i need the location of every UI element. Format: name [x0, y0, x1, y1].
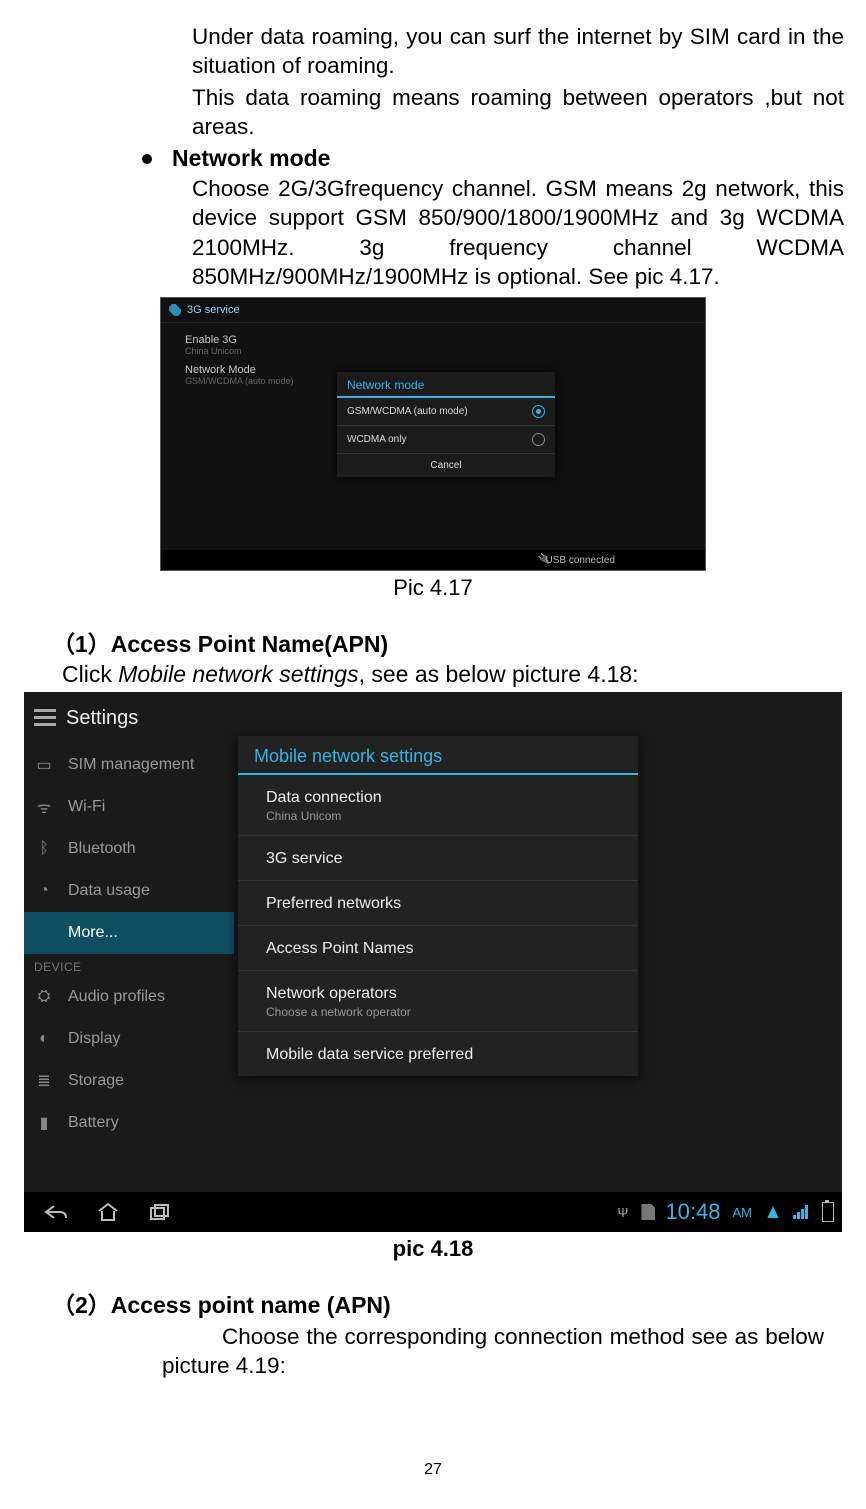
sidebar-item-label: SIM management	[68, 756, 194, 774]
settings-sidebar: Settings ▭ SIM management ᯤ Wi-Fi ᛒ Blue…	[24, 692, 234, 1192]
paragraph: Under data roaming, you can surf the int…	[192, 22, 844, 81]
audio-icon: ⛭	[34, 987, 54, 1007]
option-label: GSM/WCDMA (auto mode)	[347, 406, 468, 417]
sidebar-item-label: Audio profiles	[68, 988, 165, 1006]
screen-title: 3G service	[187, 304, 240, 316]
sidebar-item-bluetooth[interactable]: ᛒ Bluetooth	[24, 828, 234, 870]
sidebar-item-audio-profiles[interactable]: ⛭ Audio profiles	[24, 976, 234, 1018]
screen-title-bar: 3G service	[161, 298, 706, 323]
radio-selected-icon	[532, 405, 545, 418]
status-bar: USB connected	[161, 550, 705, 570]
bg-item-enable-3g-sub: China Unicom	[185, 346, 385, 356]
sidebar-item-label: Display	[68, 1030, 120, 1048]
status-sd-icon	[641, 1204, 655, 1220]
paragraph: Choose 2G/3Gfrequency channel. GSM means…	[192, 174, 844, 291]
caption-4-18: pic 4.18	[22, 1236, 844, 1262]
back-button[interactable]	[32, 1198, 80, 1226]
wifi-icon: ᯤ	[34, 797, 54, 817]
status-cell-bars-icon	[793, 1205, 808, 1219]
bullet-dot-icon	[142, 154, 152, 164]
sidebar-item-label: Bluetooth	[68, 840, 136, 858]
section-2-text: Choose the corresponding connection meth…	[162, 1322, 824, 1381]
bluetooth-icon: ᛒ	[34, 839, 54, 859]
panel-item-network-operators[interactable]: Network operators Choose a network opera…	[238, 971, 638, 1032]
panel-title: Mobile network settings	[238, 736, 638, 775]
sidebar-item-wifi[interactable]: ᯤ Wi-Fi	[24, 786, 234, 828]
sidebar-item-data-usage[interactable]: ◔ Data usage	[24, 870, 234, 912]
mobile-network-settings-panel: Mobile network settings Data connection …	[238, 736, 638, 1076]
radio-unselected-icon	[532, 433, 545, 446]
panel-item-subtext: China Unicom	[266, 809, 620, 823]
sidebar-item-storage[interactable]: ≣ Storage	[24, 1060, 234, 1102]
navigation-bar: Ψ 10:48 AM	[24, 1192, 842, 1232]
bullet-label: Network mode	[172, 145, 330, 172]
bg-item-enable-3g: Enable 3G	[185, 334, 385, 346]
panel-item-subtext: Choose a network operator	[266, 1005, 620, 1019]
recent-apps-button[interactable]	[136, 1198, 184, 1226]
bullet-network-mode: Network mode	[142, 145, 844, 172]
section-2-heading: （2）Access point name (APN)	[52, 1286, 844, 1320]
status-signal-icon	[767, 1206, 778, 1218]
section-1-heading: （1）Access Point Name(APN)	[52, 625, 844, 659]
dialog-title: Network mode	[337, 372, 555, 398]
screenshot-4-17: 3G service Enable 3G China Unicom Networ…	[160, 297, 706, 571]
settings-icon	[34, 707, 56, 729]
sidebar-item-more[interactable]: More...	[24, 912, 234, 954]
usb-icon	[538, 554, 546, 566]
panel-item-access-point-names[interactable]: Access Point Names	[238, 926, 638, 971]
sim-icon: ▭	[34, 755, 54, 775]
data-usage-icon: ◔	[34, 881, 54, 901]
network-mode-dialog: Network mode GSM/WCDMA (auto mode) WCDMA…	[337, 372, 555, 477]
home-button[interactable]	[84, 1198, 132, 1226]
status-battery-icon	[822, 1202, 834, 1222]
status-usb-icon: Ψ	[617, 1205, 631, 1219]
sidebar-item-display[interactable]: ◐ Display	[24, 1018, 234, 1060]
status-clock: 10:48	[665, 1199, 720, 1225]
sidebar-item-label: Battery	[68, 1114, 119, 1132]
battery-icon: ▮	[34, 1113, 54, 1133]
section-1-text: Click Mobile network settings, see as be…	[62, 661, 844, 688]
option-label: WCDMA only	[347, 434, 406, 445]
sidebar-item-sim-management[interactable]: ▭ SIM management	[24, 744, 234, 786]
sidebar-item-label: Data usage	[68, 882, 150, 900]
paragraph: This data roaming means roaming between …	[192, 83, 844, 142]
option-wcdma-only[interactable]: WCDMA only	[337, 426, 555, 454]
screenshot-4-18: Settings ▭ SIM management ᯤ Wi-Fi ᛒ Blue…	[24, 692, 842, 1232]
sidebar-item-label: Wi-Fi	[68, 798, 105, 816]
display-icon: ◐	[34, 1029, 54, 1049]
cancel-button[interactable]: Cancel	[337, 454, 555, 477]
storage-icon: ≣	[34, 1071, 54, 1091]
panel-item-preferred-networks[interactable]: Preferred networks	[238, 881, 638, 926]
status-ampm: AM	[733, 1205, 753, 1220]
phone-icon	[169, 304, 181, 316]
panel-item-data-connection[interactable]: Data connection China Unicom	[238, 775, 638, 836]
settings-header: Settings	[24, 692, 234, 744]
sidebar-item-label: Storage	[68, 1072, 124, 1090]
usb-connected-text: USB connected	[546, 555, 616, 566]
sidebar-item-label: More...	[68, 924, 118, 942]
panel-item-mobile-data-service-preferred[interactable]: Mobile data service preferred	[238, 1032, 638, 1076]
blank-icon	[34, 923, 54, 943]
sidebar-item-battery[interactable]: ▮ Battery	[24, 1102, 234, 1144]
panel-item-3g-service[interactable]: 3G service	[238, 836, 638, 881]
sidebar-section-device: DEVICE	[24, 954, 234, 976]
page-number: 27	[0, 1461, 866, 1479]
caption-4-17: Pic 4.17	[22, 575, 844, 601]
option-gsm-wcdma-auto[interactable]: GSM/WCDMA (auto mode)	[337, 398, 555, 426]
